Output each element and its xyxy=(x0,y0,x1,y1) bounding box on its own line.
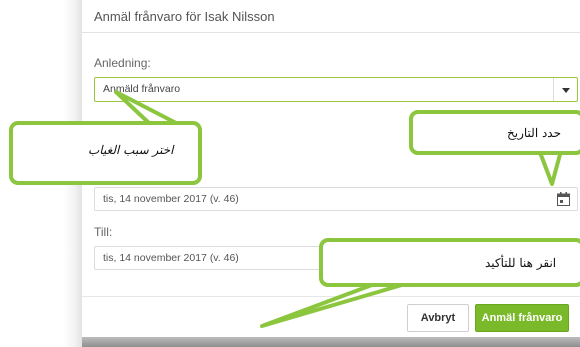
footer-divider xyxy=(82,296,580,297)
cancel-button[interactable]: Avbryt xyxy=(407,304,469,332)
dialog-title: Anmäl frånvaro för Isak Nilsson xyxy=(94,9,275,24)
title-divider xyxy=(82,32,580,33)
callout-confirm-text: انقر هنا للتأكيد xyxy=(485,256,557,270)
reason-label: Anledning: xyxy=(94,56,151,70)
callout-date: حدد التاريخ xyxy=(409,110,580,155)
callout-reason: اختر سبب الغياب xyxy=(9,121,202,185)
calendar-icon[interactable] xyxy=(557,192,570,206)
submit-button[interactable]: Anmäl frånvaro xyxy=(475,304,569,332)
reason-select-value: Anmäld frånvaro xyxy=(103,83,181,95)
from-date-input[interactable]: tis, 14 november 2017 (v. 46) xyxy=(94,187,578,211)
to-date-value: tis, 14 november 2017 (v. 46) xyxy=(103,252,239,264)
callout-reason-text: اختر سبب الغياب xyxy=(88,143,174,157)
callout-date-text: حدد التاريخ xyxy=(507,126,562,140)
callout-confirm: انقر هنا للتأكيد xyxy=(319,238,580,287)
chevron-down-icon[interactable] xyxy=(553,78,577,101)
to-label: Till: xyxy=(94,225,113,239)
reason-select[interactable]: Anmäld frånvaro xyxy=(94,77,578,102)
from-date-value: tis, 14 november 2017 (v. 46) xyxy=(103,193,239,205)
window-bottom-edge xyxy=(82,337,580,347)
